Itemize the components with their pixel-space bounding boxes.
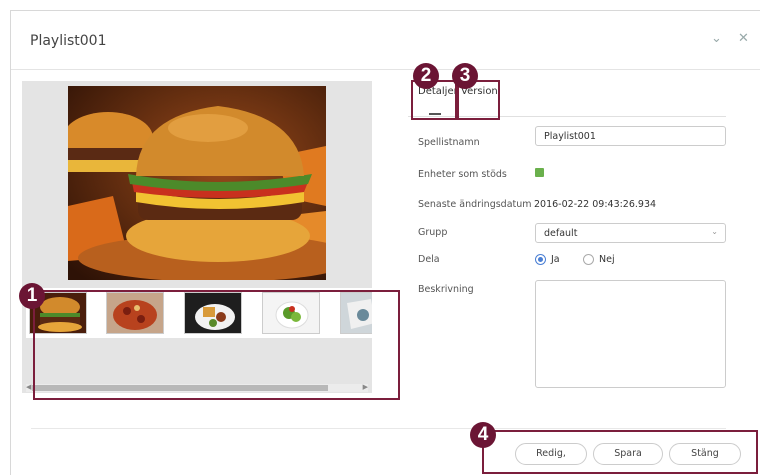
- share-no-label[interactable]: Nej: [599, 254, 615, 265]
- chevron-down-icon[interactable]: ⌄: [711, 31, 722, 46]
- dialog-title: Playlist001: [30, 33, 107, 49]
- description-textarea[interactable]: [535, 280, 726, 388]
- share-yes-radio[interactable]: [535, 254, 546, 265]
- chevron-down-icon: ⌄: [711, 227, 718, 236]
- device-indicator-icon: [535, 168, 544, 177]
- close-icon[interactable]: ✕: [738, 31, 749, 46]
- annotation-badge-3: 3: [452, 63, 478, 89]
- annotation-box-1: [33, 290, 400, 400]
- main-preview-image: [68, 86, 326, 280]
- last-modified-value: 2016-02-22 09:43:26.934: [534, 199, 657, 210]
- group-label: Grupp: [418, 227, 448, 238]
- annotation-box-4: [482, 430, 758, 474]
- share-no-radio[interactable]: [583, 254, 594, 265]
- annotation-badge-1: 1: [19, 283, 45, 309]
- supported-devices-label: Enheter som stöds: [418, 169, 507, 180]
- last-modified-label: Senaste ändringsdatum: [418, 199, 532, 210]
- playlist-name-input[interactable]: Playlist001: [535, 126, 726, 146]
- share-yes-label[interactable]: Ja: [551, 254, 560, 265]
- annotation-badge-2: 2: [413, 63, 439, 89]
- description-label: Beskrivning: [418, 284, 474, 295]
- scroll-left-icon[interactable]: ◀: [26, 383, 31, 391]
- annotation-badge-4: 4: [470, 422, 496, 448]
- dialog-title-bar: Playlist001 ⌄ ✕: [11, 11, 760, 70]
- group-select-value: default: [544, 228, 578, 239]
- footer-divider: [31, 428, 726, 429]
- playlist-name-label: Spellistnamn: [418, 137, 480, 148]
- group-select[interactable]: default ⌄: [535, 223, 726, 243]
- share-label: Dela: [418, 254, 440, 265]
